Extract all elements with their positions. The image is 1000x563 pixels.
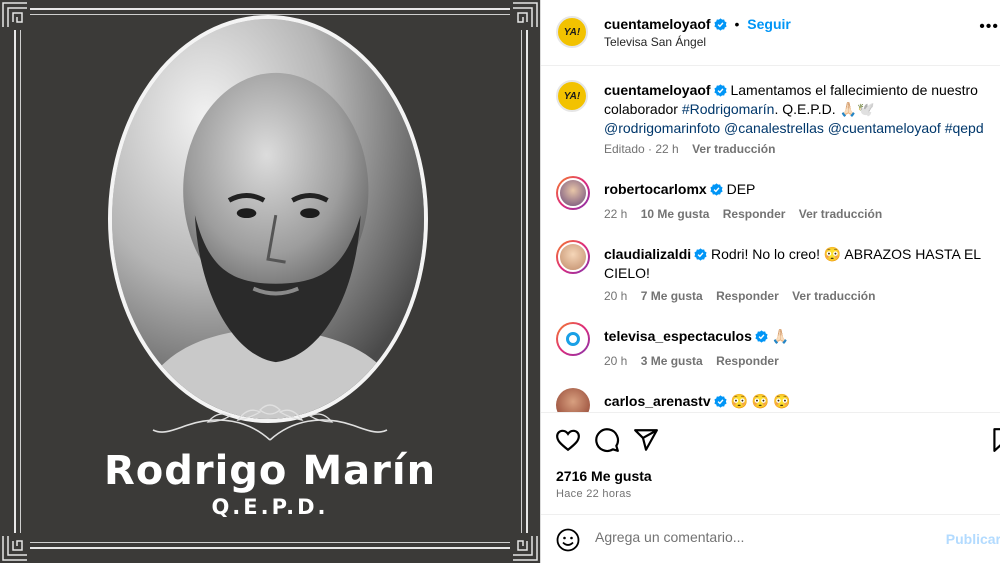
- post-actions: 2716 Me gusta Hace 22 horas: [541, 412, 1000, 514]
- translate-link[interactable]: Ver traducción: [692, 142, 775, 156]
- comment-time: 20 h: [604, 354, 628, 368]
- caption-timestamp: Editado · 22 h: [604, 142, 679, 156]
- corner-ornament-icon: [0, 0, 30, 30]
- more-horizontal-icon[interactable]: •••: [979, 18, 999, 36]
- verified-badge-icon: [694, 248, 707, 261]
- comment-body: 😳 😳 😳: [730, 393, 791, 409]
- post-location[interactable]: Televisa San Ángel: [604, 35, 706, 49]
- hashtag-link[interactable]: #Rodrigomarín: [682, 101, 775, 117]
- verified-badge-icon: [710, 183, 723, 196]
- likes-count[interactable]: 2716 Me gusta: [556, 468, 652, 484]
- comment-avatar[interactable]: [556, 322, 590, 356]
- translate-link[interactable]: Ver traducción: [792, 289, 875, 303]
- comment-username[interactable]: robertocarlomx: [604, 181, 707, 197]
- avatar-logo-text: YA!: [563, 90, 581, 102]
- comment-time: 22 h: [604, 207, 628, 221]
- comment-text: claudializaldi Rodri! No lo creo! 😳 ABRA…: [604, 245, 989, 283]
- comment-body: 🙏🏻: [771, 328, 790, 344]
- comment-input[interactable]: [595, 529, 935, 545]
- hashtag-link[interactable]: #qepd: [945, 120, 984, 136]
- comment-icon[interactable]: [594, 427, 620, 453]
- share-icon[interactable]: [633, 427, 659, 453]
- corner-ornament-icon: [0, 533, 30, 563]
- comment-likes[interactable]: 3 Me gusta: [641, 354, 703, 368]
- add-comment-bar: Publicar: [541, 514, 1000, 563]
- caption-avatar[interactable]: YA!: [556, 80, 588, 112]
- caption-meta: Editado · 22 h Ver traducción: [604, 142, 785, 156]
- reply-button[interactable]: Responder: [716, 289, 779, 303]
- comment-text: televisa_espectaculos 🙏🏻: [604, 327, 989, 346]
- comment-likes[interactable]: 7 Me gusta: [641, 289, 703, 303]
- emoji-icon[interactable]: [556, 528, 580, 552]
- author-username[interactable]: cuentameloyaof: [604, 16, 711, 32]
- post-header: YA! cuentameloyaof • Seguir Televisa San…: [541, 0, 1000, 66]
- mention-link[interactable]: @cuentameloyaof: [828, 120, 941, 136]
- translate-link[interactable]: Ver traducción: [799, 207, 882, 221]
- avatar-logo-text: YA!: [563, 26, 581, 38]
- header-user-line: cuentameloyaof • Seguir: [604, 16, 791, 32]
- corner-ornament-icon: [510, 0, 540, 30]
- comment-meta: 20 h 3 Me gusta Responder: [604, 354, 789, 368]
- comment-likes[interactable]: 10 Me gusta: [641, 207, 710, 221]
- comment-username[interactable]: televisa_espectaculos: [604, 328, 752, 344]
- comment-meta: 22 h 10 Me gusta Responder Ver traducció…: [604, 207, 892, 221]
- comment-avatar[interactable]: [556, 388, 590, 412]
- televisa-logo-icon: [566, 332, 580, 346]
- verified-badge-icon: [714, 18, 727, 31]
- caption-username[interactable]: cuentameloyaof: [604, 82, 711, 98]
- memorial-name: Rodrigo Marín: [103, 448, 437, 494]
- post-image[interactable]: Rodrigo Marín Q.E.P.D.: [0, 0, 540, 563]
- comment-avatar[interactable]: [556, 176, 590, 210]
- comment-avatar[interactable]: [556, 240, 590, 274]
- comment-username[interactable]: claudializaldi: [604, 246, 691, 262]
- post-time: Hace 22 horas: [556, 488, 632, 500]
- comments-section[interactable]: YA! cuentameloyaof Lamentamos el falleci…: [541, 66, 1000, 412]
- portrait-photo: [108, 15, 428, 423]
- flourish-ornament-icon: [152, 404, 388, 441]
- caption-text: cuentameloyaof Lamentamos el fallecimien…: [604, 81, 989, 138]
- reply-button[interactable]: Responder: [716, 354, 779, 368]
- bookmark-icon[interactable]: [989, 427, 1000, 453]
- memorial-subtitle: Q.E.P.D.: [211, 495, 329, 519]
- comment-meta: 20 h 7 Me gusta Responder Ver traducción: [604, 289, 885, 303]
- reply-button[interactable]: Responder: [723, 207, 786, 221]
- comment-body: DEP: [726, 181, 756, 197]
- comment-text: robertocarlomx DEP: [604, 180, 989, 199]
- author-avatar[interactable]: YA!: [556, 16, 588, 48]
- verified-badge-icon: [714, 395, 727, 408]
- mention-link[interactable]: @canalestrellas: [724, 120, 824, 136]
- comment-time: 20 h: [604, 289, 628, 303]
- follow-button[interactable]: Seguir: [747, 16, 791, 32]
- comment-username[interactable]: carlos_arenastv: [604, 393, 711, 409]
- verified-badge-icon: [714, 84, 727, 97]
- corner-ornament-icon: [510, 533, 540, 563]
- heart-icon[interactable]: [555, 427, 581, 453]
- caption-body: . Q.E.P.D. 🙏🏻🕊️: [774, 101, 875, 117]
- verified-badge-icon: [755, 330, 768, 343]
- comment-text: carlos_arenastv 😳 😳 😳: [604, 392, 989, 411]
- post-sidebar: YA! cuentameloyaof • Seguir Televisa San…: [540, 0, 1000, 563]
- publish-button[interactable]: Publicar: [946, 531, 1000, 547]
- mention-link[interactable]: @rodrigomarinfoto: [604, 120, 720, 136]
- follow-separator: •: [734, 16, 740, 32]
